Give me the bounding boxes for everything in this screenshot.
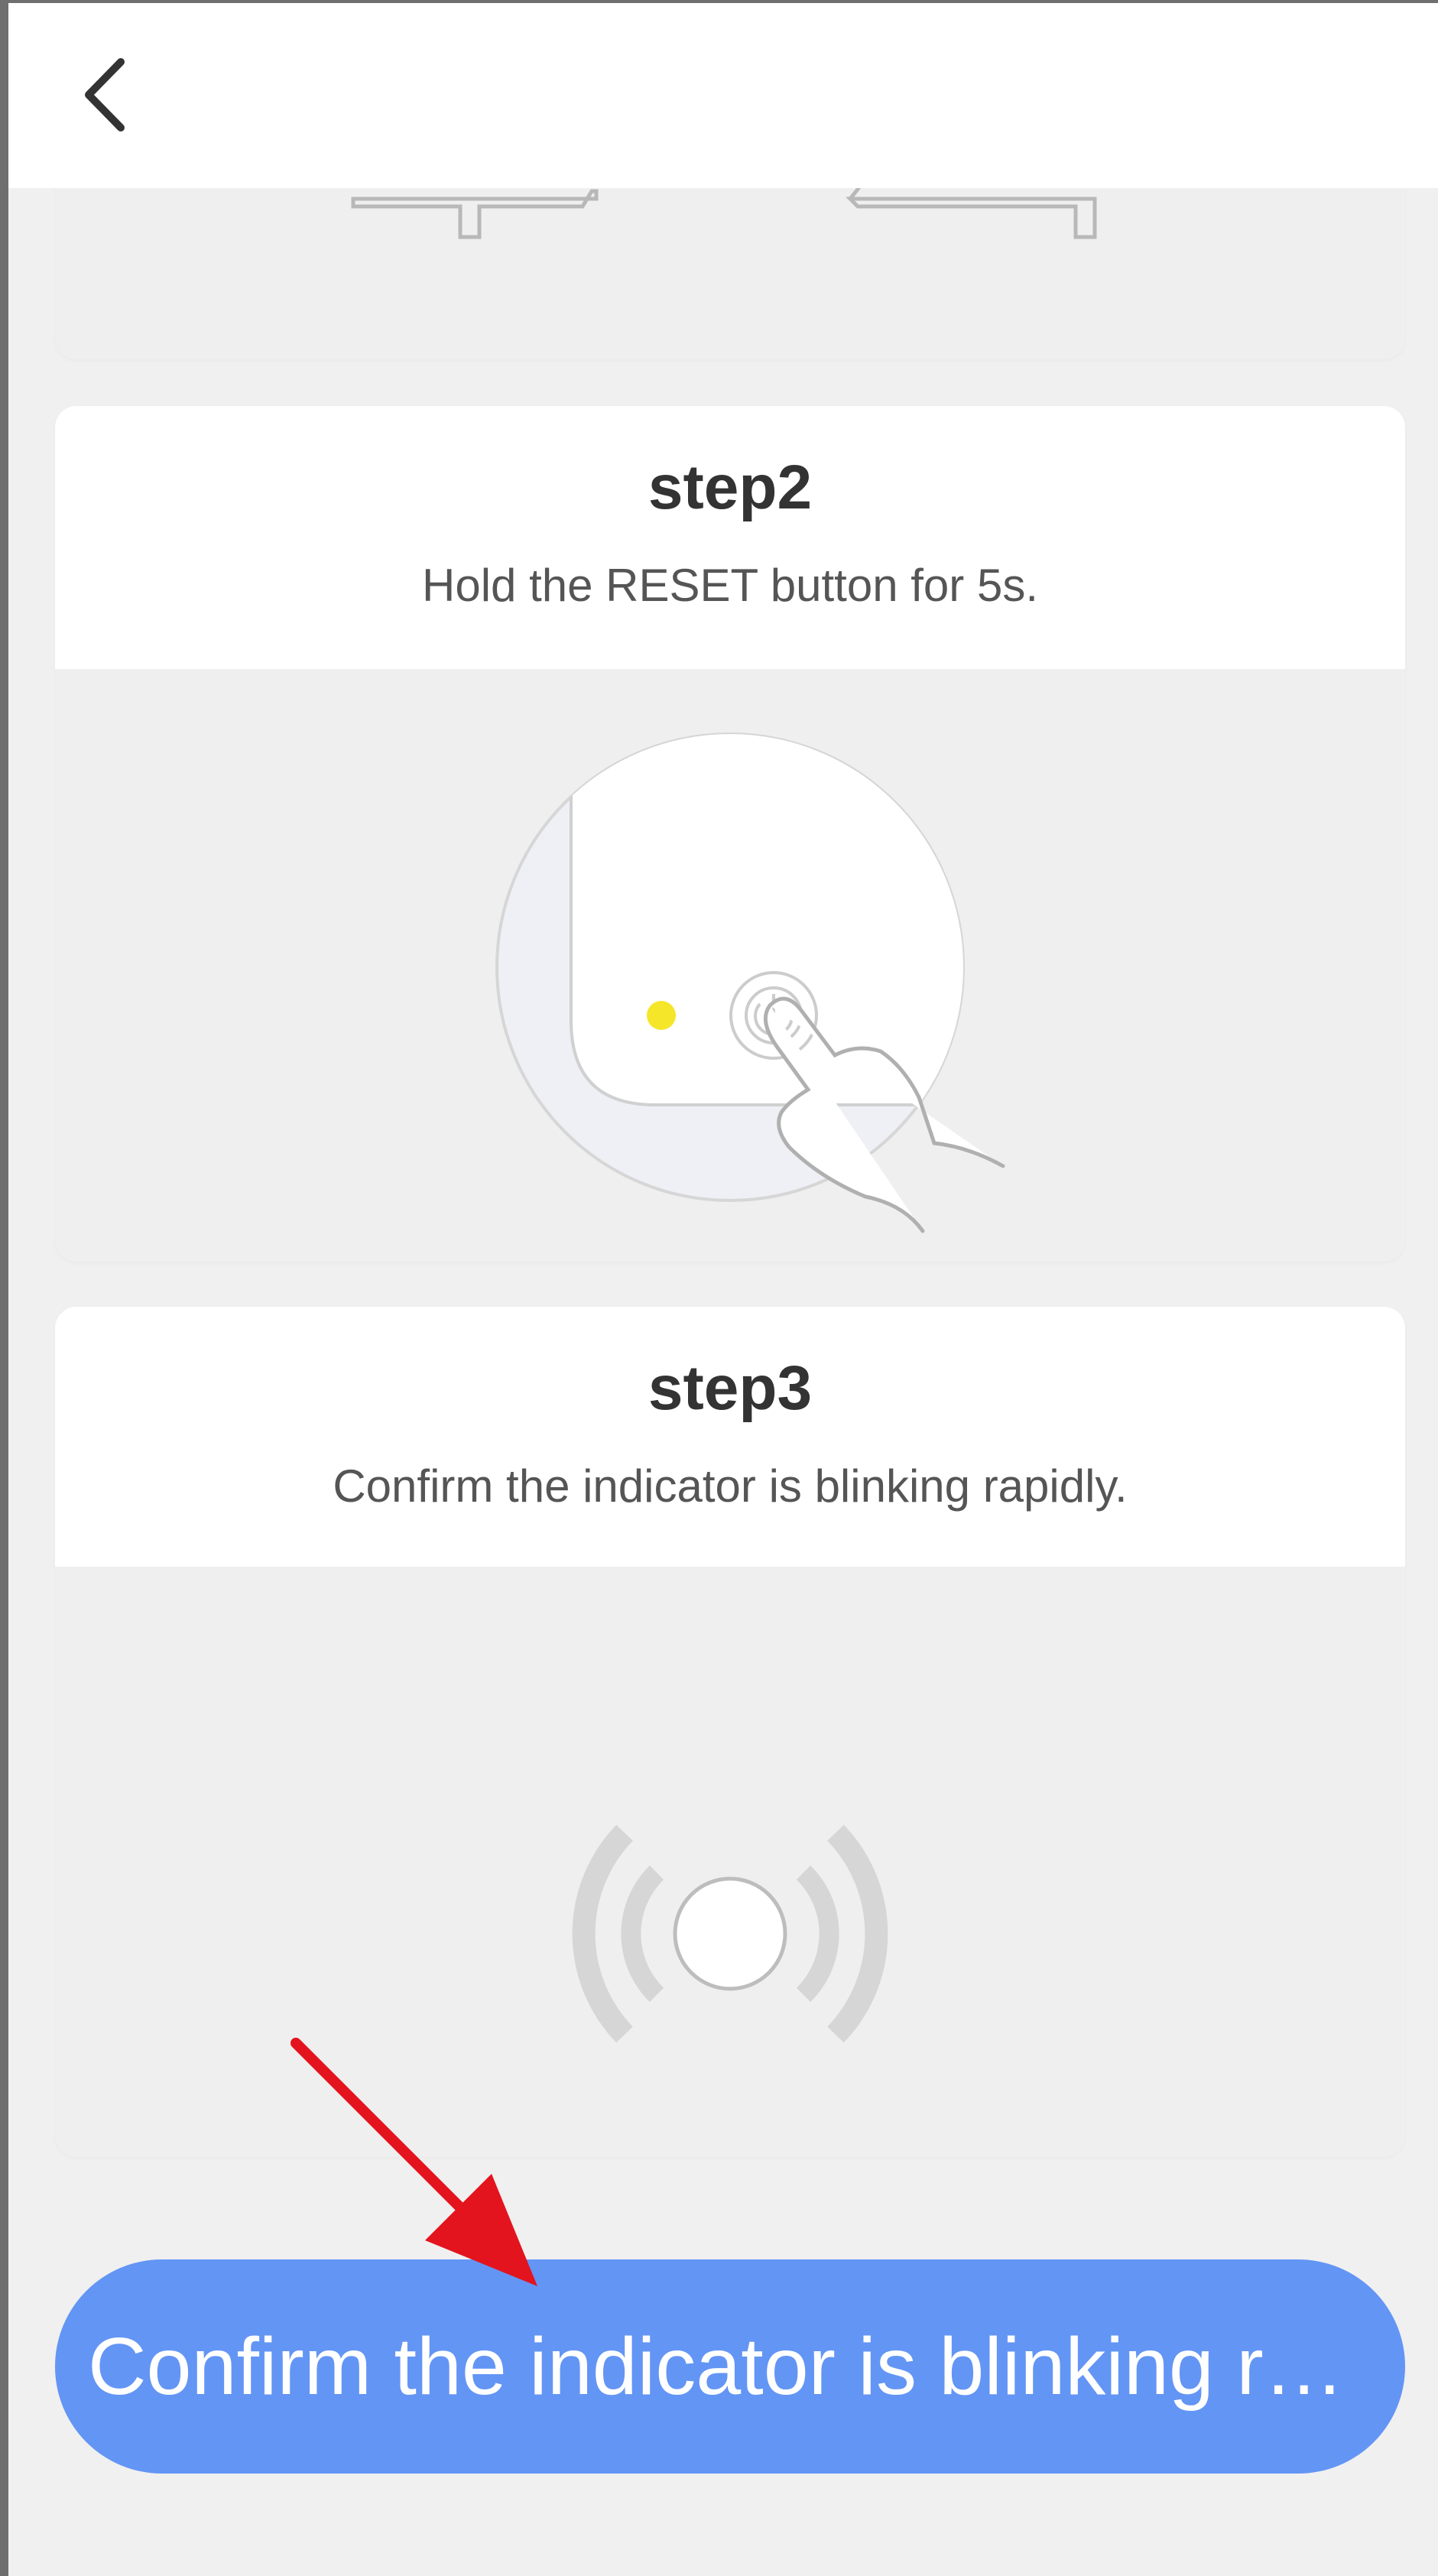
device-reset-button-press-illustration (495, 733, 1005, 1233)
confirm-button-label: Confirm the indicator is blinking ra… (88, 2321, 1372, 2412)
blinking-indicator-illustration (572, 1824, 888, 2043)
step-description: Confirm the indicator is blinking rapidl… (333, 1460, 1128, 1512)
step-title: step2 (648, 453, 813, 522)
step2-header: step2 Hold the RESET button for 5s. (55, 406, 1405, 669)
back-button[interactable] (54, 45, 154, 145)
frame-border (0, 0, 8, 2576)
step3-card: step3 Confirm the indicator is blinking … (55, 1307, 1405, 2157)
step3-header: step3 Confirm the indicator is blinking … (55, 1307, 1405, 1567)
chevron-left-icon (85, 58, 125, 132)
step-title: step3 (648, 1353, 813, 1423)
step2-card: step2 Hold the RESET button for 5s. (55, 406, 1405, 1262)
step-description: Hold the RESET button for 5s. (422, 560, 1038, 611)
confirm-indicator-button[interactable]: Confirm the indicator is blinking ra… (55, 2259, 1405, 2474)
annotation-arrow-icon (291, 2038, 537, 2286)
app-header (8, 3, 1438, 188)
